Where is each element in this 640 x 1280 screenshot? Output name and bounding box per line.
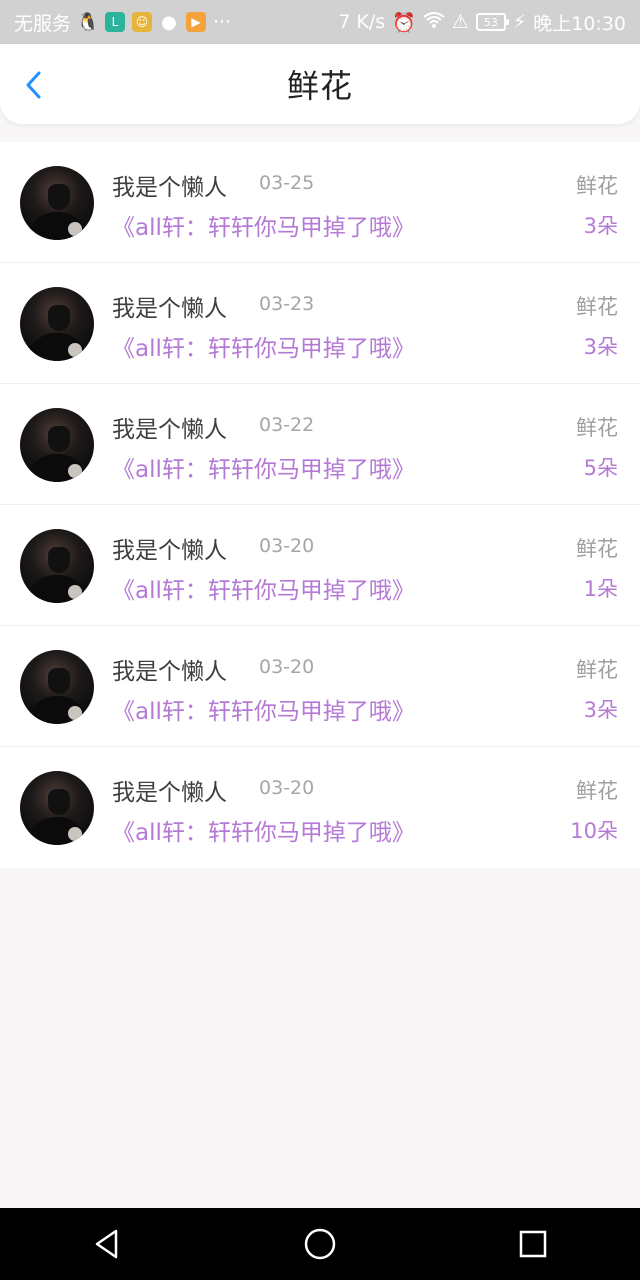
- user-name[interactable]: 我是个懒人: [112, 531, 227, 565]
- qq-icon: 🐧: [76, 11, 100, 33]
- list-item[interactable]: 我是个懒人 03-22 鲜花 《all轩：轩轩你马甲掉了哦》 5朵: [0, 384, 640, 505]
- flower-count: 1朵: [583, 577, 618, 601]
- gift-type-label: 鲜花: [576, 779, 618, 803]
- app-root: 无服务 🐧 L ☺ ● ▶ ··· 7 K/s ⏰ ⚠ 53 ⚡ 晚上10:30…: [0, 0, 640, 1280]
- avatar[interactable]: [20, 771, 94, 845]
- book-title-link[interactable]: 《all轩：轩轩你马甲掉了哦》: [112, 208, 415, 242]
- gift-type-label: 鲜花: [576, 295, 618, 319]
- flower-count: 3朵: [583, 335, 618, 359]
- user-name[interactable]: 我是个懒人: [112, 289, 227, 323]
- clock: 晚上10:30: [533, 12, 626, 35]
- flower-count: 3朵: [583, 214, 618, 238]
- alarm-icon: ⏰: [392, 11, 416, 34]
- home-circle-icon: [304, 1228, 336, 1260]
- gift-type-label: 鲜花: [576, 416, 618, 440]
- list-item[interactable]: 我是个懒人 03-25 鲜花 《all轩：轩轩你马甲掉了哦》 3朵: [0, 142, 640, 263]
- wechat-icon: ●: [161, 11, 177, 33]
- avatar[interactable]: [20, 529, 94, 603]
- book-title-link[interactable]: 《all轩：轩轩你马甲掉了哦》: [112, 329, 415, 363]
- battery-level: 53: [483, 15, 498, 29]
- gift-type-label: 鲜花: [576, 658, 618, 682]
- user-name[interactable]: 我是个懒人: [112, 168, 227, 202]
- status-right: 7 K/s ⏰ ⚠ 53 ⚡ 晚上10:30: [338, 9, 626, 36]
- list-item[interactable]: 我是个懒人 03-20 鲜花 《all轩：轩轩你马甲掉了哦》 10朵: [0, 747, 640, 868]
- status-bar: 无服务 🐧 L ☺ ● ▶ ··· 7 K/s ⏰ ⚠ 53 ⚡ 晚上10:30: [0, 0, 640, 44]
- app-icon-green: L: [105, 12, 126, 32]
- system-nav-bar: [0, 1208, 640, 1280]
- book-title-link[interactable]: 《all轩：轩轩你马甲掉了哦》: [112, 692, 415, 726]
- avatar[interactable]: [20, 408, 94, 482]
- flower-list: 我是个懒人 03-25 鲜花 《all轩：轩轩你马甲掉了哦》 3朵 我是个懒人 …: [0, 142, 640, 868]
- sim-alert-icon: ⚠: [451, 11, 469, 33]
- user-name[interactable]: 我是个懒人: [112, 652, 227, 686]
- list-item[interactable]: 我是个懒人 03-23 鲜花 《all轩：轩轩你马甲掉了哦》 3朵: [0, 263, 640, 384]
- app-icon-yellow: ☺: [132, 12, 153, 32]
- battery-icon: 53: [475, 13, 509, 31]
- date-text: 03-20: [259, 777, 315, 799]
- book-title-link[interactable]: 《all轩：轩轩你马甲掉了哦》: [112, 571, 415, 605]
- avatar[interactable]: [20, 287, 94, 361]
- user-name[interactable]: 我是个懒人: [112, 410, 227, 444]
- nav-recents-button[interactable]: [508, 1219, 558, 1269]
- gift-type-label: 鲜花: [576, 174, 618, 198]
- nav-back-button[interactable]: [82, 1219, 132, 1269]
- carrier-text: 无服务: [14, 12, 72, 35]
- book-title-link[interactable]: 《all轩：轩轩你马甲掉了哦》: [112, 450, 415, 484]
- date-text: 03-20: [259, 656, 315, 678]
- network-speed: 7 K/s: [338, 11, 386, 33]
- date-text: 03-23: [259, 293, 315, 315]
- header: 鲜花: [0, 44, 640, 124]
- chevron-left-icon: [26, 71, 41, 99]
- recents-square-icon: [520, 1230, 547, 1258]
- nav-home-button[interactable]: [295, 1219, 345, 1269]
- video-app-icon: ▶: [186, 12, 207, 32]
- book-title-link[interactable]: 《all轩：轩轩你马甲掉了哦》: [112, 813, 415, 847]
- back-button[interactable]: [18, 70, 48, 100]
- gift-type-label: 鲜花: [576, 537, 618, 561]
- date-text: 03-25: [259, 172, 315, 194]
- list-item[interactable]: 我是个懒人 03-20 鲜花 《all轩：轩轩你马甲掉了哦》 1朵: [0, 505, 640, 626]
- avatar[interactable]: [20, 650, 94, 724]
- more-notifications: ···: [213, 11, 232, 33]
- page-title: 鲜花: [286, 67, 353, 105]
- flower-count: 3朵: [583, 698, 618, 722]
- status-left: 无服务 🐧 L ☺ ● ▶ ···: [14, 9, 231, 36]
- back-triangle-icon: [95, 1229, 117, 1259]
- date-text: 03-22: [259, 414, 315, 436]
- list-item[interactable]: 我是个懒人 03-20 鲜花 《all轩：轩轩你马甲掉了哦》 3朵: [0, 626, 640, 747]
- user-name[interactable]: 我是个懒人: [112, 773, 227, 807]
- avatar[interactable]: [20, 166, 94, 240]
- wifi-icon: [423, 11, 445, 34]
- charging-icon: ⚡: [512, 11, 527, 33]
- date-text: 03-20: [259, 535, 315, 557]
- flower-count: 10朵: [570, 819, 618, 843]
- flower-count: 5朵: [583, 456, 618, 480]
